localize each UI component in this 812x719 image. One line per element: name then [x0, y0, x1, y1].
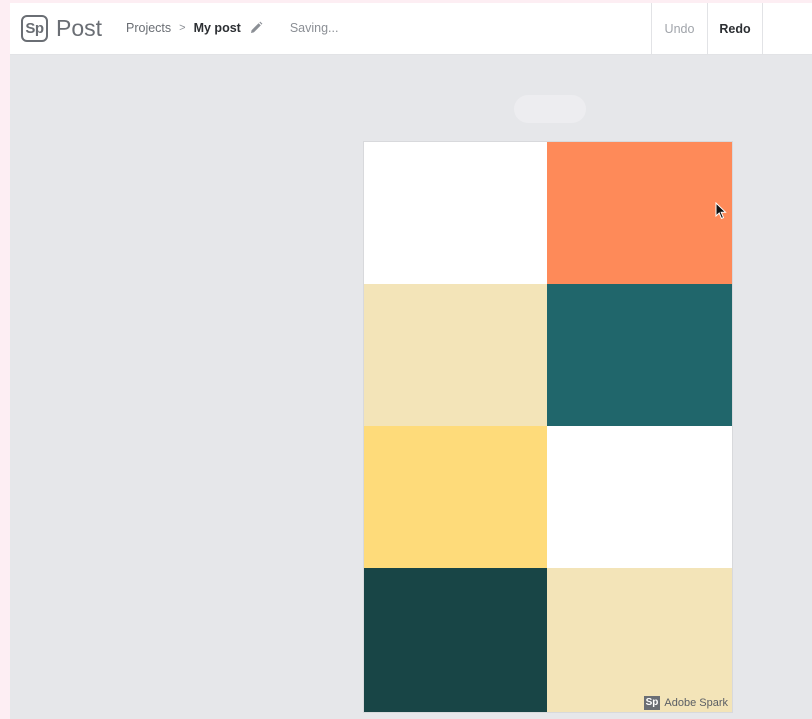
cell-dark-teal[interactable]	[364, 568, 547, 712]
breadcrumb-projects-link[interactable]: Projects	[126, 21, 171, 35]
cell-white-1[interactable]	[364, 142, 547, 284]
mouse-cursor-icon	[715, 202, 727, 220]
post-canvas[interactable]: Sp Adobe Spark	[364, 142, 732, 712]
cell-white-2[interactable]	[547, 426, 732, 568]
breadcrumb: Projects > My post Saving...	[126, 21, 338, 35]
cell-teal[interactable]	[547, 284, 732, 426]
cell-beige-1[interactable]	[364, 284, 547, 426]
edit-toolbar: Undo Redo	[651, 3, 763, 55]
redo-button[interactable]: Redo	[707, 3, 763, 54]
watermark-text: Adobe Spark	[664, 697, 728, 709]
save-status: Saving...	[289, 21, 339, 35]
cell-beige-2[interactable]	[547, 568, 732, 712]
undo-button[interactable]: Undo	[651, 3, 707, 54]
breadcrumb-separator: >	[179, 22, 186, 34]
product-name: Post	[56, 14, 103, 41]
cell-orange[interactable]	[547, 142, 732, 284]
canvas-toolbar-placeholder	[514, 95, 586, 123]
top-bar: Sp Post Projects > My post Saving... Und…	[10, 3, 812, 55]
adobe-spark-watermark: Sp Adobe Spark	[643, 696, 728, 710]
spark-logo-icon: Sp	[21, 14, 48, 42]
project-title[interactable]: My post	[194, 21, 241, 35]
pencil-icon[interactable]	[249, 21, 263, 35]
cell-yellow[interactable]	[364, 426, 547, 568]
spark-watermark-logo-icon: Sp	[643, 696, 661, 710]
app-window: Sp Post Projects > My post Saving... Und…	[10, 3, 812, 719]
app-logo[interactable]: Sp Post	[21, 13, 102, 43]
